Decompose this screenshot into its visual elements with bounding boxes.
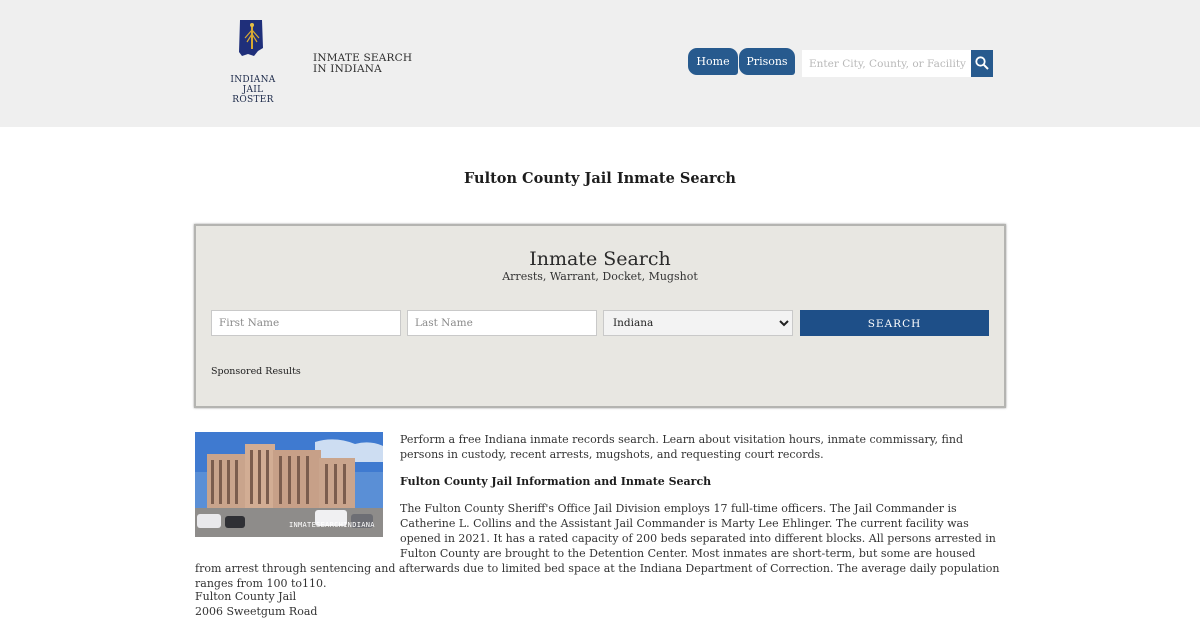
jail-address: Fulton County Jail 2006 Sweetgum Road	[195, 589, 317, 619]
site-tagline: INMATE SEARCH IN INDIANA	[313, 52, 413, 75]
address-line-1: Fulton County Jail	[195, 590, 297, 603]
inmate-search-panel: Inmate Search Arrests, Warrant, Docket, …	[194, 224, 1006, 408]
panel-title: Inmate Search	[529, 248, 671, 270]
logo-line-1: INDIANA	[230, 75, 276, 85]
address-line-2: 2006 Sweetgum Road	[195, 605, 318, 618]
inmate-search-button[interactable]: SEARCH	[800, 310, 989, 336]
panel-subtitle: Arrests, Warrant, Docket, Mugshot	[502, 270, 698, 283]
facility-search-button[interactable]	[971, 50, 993, 77]
first-name-input[interactable]	[211, 310, 401, 336]
site-header: INDIANA JAIL ROSTER INMATE SEARCH IN IND…	[0, 0, 1200, 127]
logo-text: INDIANA JAIL ROSTER	[222, 75, 284, 105]
jail-info-content: Perform a free Indiana inmate records se…	[195, 431, 1005, 603]
state-select[interactable]: Indiana	[603, 310, 793, 336]
search-icon	[975, 56, 989, 70]
nav-home-button[interactable]: Home	[688, 48, 738, 75]
sponsored-results-label: Sponsored Results	[211, 366, 301, 377]
indiana-map-icon	[239, 20, 263, 56]
facility-search-input[interactable]	[802, 50, 972, 77]
nav-prisons-button[interactable]: Prisons	[739, 48, 795, 75]
site-logo[interactable]: INDIANA JAIL ROSTER	[222, 18, 284, 105]
last-name-input[interactable]	[407, 310, 597, 336]
page-title: Fulton County Jail Inmate Search	[464, 170, 736, 187]
logo-line-2: JAIL ROSTER	[232, 85, 274, 105]
